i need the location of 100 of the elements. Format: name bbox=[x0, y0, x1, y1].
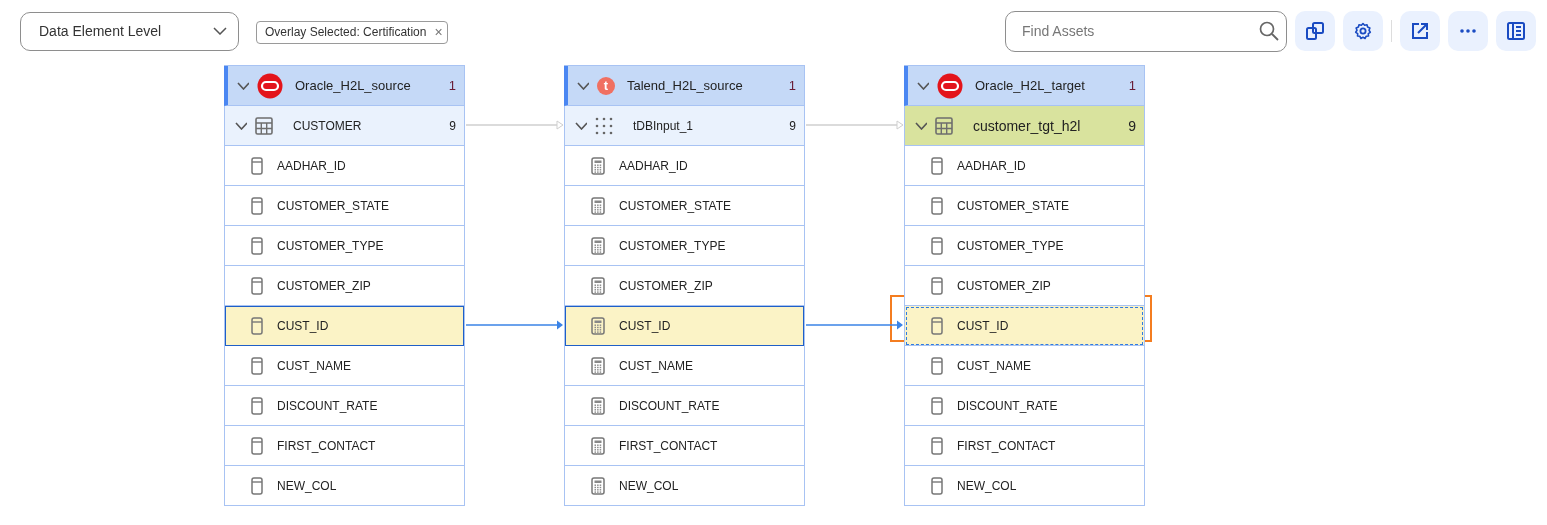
source-header[interactable]: Oracle_H2L_source 1 bbox=[224, 66, 464, 106]
calculator-icon bbox=[591, 276, 605, 295]
panel-icon bbox=[1506, 21, 1526, 41]
field-name: CUSTOMER_ZIP bbox=[277, 278, 372, 293]
talend-logo: t bbox=[597, 76, 615, 95]
copy-button[interactable] bbox=[1295, 11, 1335, 51]
grid-dots-icon bbox=[595, 116, 613, 135]
field-name: FIRST_CONTACT bbox=[619, 438, 719, 453]
field-row[interactable]: CUST_ID bbox=[905, 306, 1144, 346]
close-button[interactable]: × bbox=[434, 25, 443, 39]
table-header[interactable]: customer_tgt_h2l 9 bbox=[905, 106, 1144, 146]
panel-button[interactable] bbox=[1496, 11, 1536, 51]
field-name: NEW_COL bbox=[957, 478, 1018, 493]
calculator-icon bbox=[591, 196, 605, 215]
source-name: Oracle_H2L_source bbox=[295, 78, 412, 93]
chevron-icon[interactable] bbox=[577, 81, 589, 90]
field-row[interactable]: CUST_ID bbox=[225, 306, 464, 346]
field-row[interactable]: CUST_NAME bbox=[225, 346, 464, 386]
chevron-down-icon bbox=[213, 27, 227, 35]
column-icon bbox=[931, 396, 943, 415]
field-row[interactable]: DISCOUNT_RATE bbox=[225, 386, 464, 426]
search-field[interactable]: Find Assets bbox=[1005, 10, 1287, 52]
chevron-icon[interactable] bbox=[237, 81, 249, 90]
field-name: FIRST_CONTACT bbox=[957, 438, 1057, 453]
field-row[interactable]: NEW_COL bbox=[225, 466, 464, 505]
field-name: CUSTOMER_TYPE bbox=[277, 238, 385, 253]
external-link-icon bbox=[1410, 21, 1430, 41]
column-icon bbox=[931, 476, 943, 495]
level-dropdown[interactable]: Data Element Level bbox=[20, 11, 239, 51]
field-row[interactable]: CUST_NAME bbox=[905, 346, 1144, 386]
table-icon bbox=[935, 116, 953, 135]
field-name: CUST_ID bbox=[957, 318, 1010, 333]
field-name: CUSTOMER_ZIP bbox=[957, 278, 1052, 293]
item-count: 1 bbox=[788, 78, 796, 93]
field-row[interactable]: CUSTOMER_TYPE bbox=[905, 226, 1144, 266]
field-name: CUST_NAME bbox=[619, 358, 694, 373]
column-icon bbox=[931, 236, 943, 255]
column-icon bbox=[931, 436, 943, 455]
field-row[interactable]: CUST_NAME bbox=[565, 346, 804, 386]
field-row[interactable]: CUSTOMER_STATE bbox=[905, 186, 1144, 226]
source-header[interactable]: Oracle_H2L_target 1 bbox=[904, 66, 1144, 106]
oracle-logo-icon bbox=[257, 72, 283, 99]
field-name: CUSTOMER_TYPE bbox=[957, 238, 1065, 253]
field-name: CUST_NAME bbox=[957, 358, 1032, 373]
calculator-icon bbox=[591, 236, 605, 255]
field-name: AADHAR_ID bbox=[619, 158, 689, 173]
field-row[interactable]: AADHAR_ID bbox=[565, 146, 804, 186]
item-count: 9 bbox=[789, 118, 796, 133]
column-icon bbox=[251, 476, 263, 495]
chevron-icon[interactable] bbox=[575, 121, 587, 130]
external-link-button[interactable] bbox=[1400, 11, 1440, 51]
field-row[interactable]: CUST_ID bbox=[565, 306, 804, 346]
field-row[interactable]: AADHAR_ID bbox=[905, 146, 1144, 186]
field-row[interactable]: DISCOUNT_RATE bbox=[565, 386, 804, 426]
field-row[interactable]: NEW_COL bbox=[905, 466, 1144, 505]
field-name: CUST_ID bbox=[619, 318, 672, 333]
calculator-icon bbox=[591, 356, 605, 375]
column-icon bbox=[251, 276, 263, 295]
table-header[interactable]: CUSTOMER 9 bbox=[225, 106, 464, 146]
source-header[interactable]: t Talend_H2L_source 1 bbox=[564, 66, 804, 106]
item-count: 1 bbox=[448, 78, 456, 93]
calculator-icon bbox=[591, 156, 605, 175]
field-name: DISCOUNT_RATE bbox=[277, 398, 379, 413]
column-icon bbox=[931, 356, 943, 375]
field-row[interactable]: FIRST_CONTACT bbox=[565, 426, 804, 466]
field-row[interactable]: CUSTOMER_TYPE bbox=[565, 226, 804, 266]
column-icon bbox=[251, 196, 263, 215]
source-name: Oracle_H2L_target bbox=[975, 78, 1086, 93]
table-header[interactable]: tDBInput_1 9 bbox=[565, 106, 804, 146]
field-row[interactable]: DISCOUNT_RATE bbox=[905, 386, 1144, 426]
column-icon bbox=[251, 316, 263, 335]
field-row[interactable]: CUSTOMER_TYPE bbox=[225, 226, 464, 266]
field-name: CUST_NAME bbox=[277, 358, 352, 373]
field-row[interactable]: NEW_COL bbox=[565, 466, 804, 505]
table-name: tDBInput_1 bbox=[633, 118, 695, 133]
field-name: NEW_COL bbox=[619, 478, 680, 493]
more-button[interactable] bbox=[1448, 11, 1488, 51]
column-icon bbox=[251, 156, 263, 175]
field-name: NEW_COL bbox=[277, 478, 338, 493]
field-row[interactable]: CUSTOMER_STATE bbox=[225, 186, 464, 226]
field-name: AADHAR_ID bbox=[277, 158, 347, 173]
settings-icon bbox=[1353, 21, 1373, 41]
calculator-icon bbox=[591, 436, 605, 455]
field-row[interactable]: CUSTOMER_STATE bbox=[565, 186, 804, 226]
column-icon bbox=[251, 396, 263, 415]
column-icon bbox=[251, 236, 263, 255]
chevron-icon[interactable] bbox=[915, 121, 927, 130]
field-row[interactable]: FIRST_CONTACT bbox=[225, 426, 464, 466]
settings-button[interactable] bbox=[1343, 11, 1383, 51]
field-row[interactable]: FIRST_CONTACT bbox=[905, 426, 1144, 466]
field-row[interactable]: AADHAR_ID bbox=[225, 146, 464, 186]
field-name: CUSTOMER_STATE bbox=[277, 198, 390, 213]
column-icon bbox=[251, 436, 263, 455]
column-icon bbox=[931, 156, 943, 175]
chevron-icon[interactable] bbox=[917, 81, 929, 90]
field-name: DISCOUNT_RATE bbox=[957, 398, 1059, 413]
item-count: 1 bbox=[1128, 78, 1136, 93]
column-icon bbox=[931, 276, 943, 295]
chevron-icon[interactable] bbox=[235, 121, 247, 130]
table-name: customer_tgt_h2l bbox=[973, 117, 1082, 134]
